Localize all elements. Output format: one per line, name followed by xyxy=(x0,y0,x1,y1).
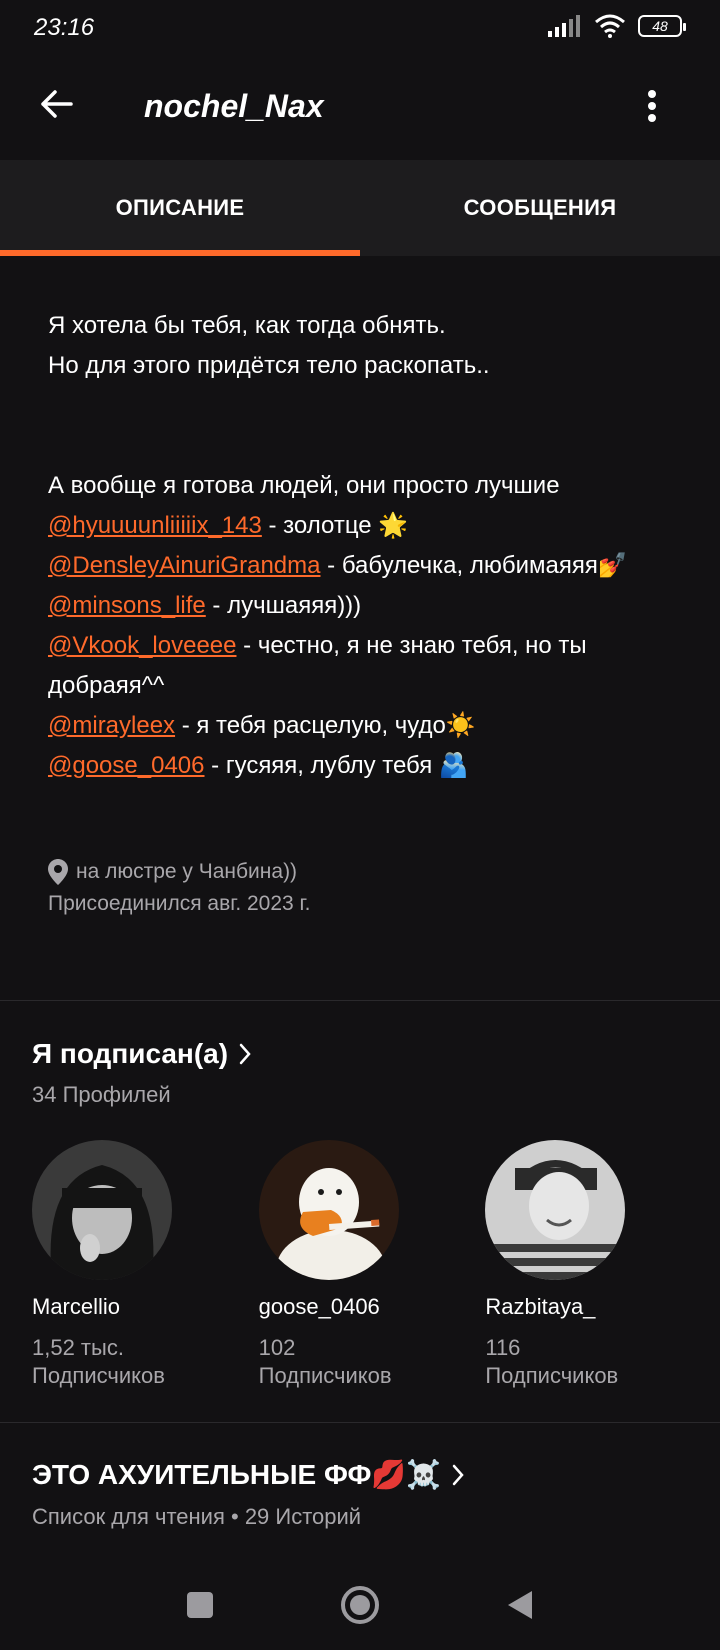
avatar xyxy=(258,1140,399,1280)
mention-link[interactable]: @DensleyAinuriGrandma xyxy=(48,552,320,579)
location-text: на люстре у Чанбина)) xyxy=(76,860,298,883)
following-title: Я подписан(а) xyxy=(32,1038,229,1069)
status-time: 23:16 xyxy=(34,14,95,41)
mention-link[interactable]: @minsons_life xyxy=(48,592,206,619)
status-bar: 23:16 48 xyxy=(0,0,720,56)
mention-link[interactable]: @Vkook_loveeee xyxy=(48,632,236,659)
chevron-right-icon xyxy=(452,1464,464,1485)
tab-description[interactable]: ОПИСАНИЕ xyxy=(0,160,360,256)
home-button[interactable] xyxy=(330,1575,390,1635)
bio-line: Но для этого придётся тело раскопать.. xyxy=(48,352,490,379)
location-pin-icon xyxy=(48,859,68,885)
avatar xyxy=(32,1140,172,1280)
follower-count: 102 Подписчиков xyxy=(259,1334,486,1390)
profile-meta: на люстре у Чанбина)) Присоединился авг.… xyxy=(48,856,311,920)
chevron-right-icon xyxy=(239,1043,251,1065)
mention-link[interactable]: @goose_0406 xyxy=(48,752,205,779)
wifi-icon xyxy=(595,14,625,38)
follower-number: 102 xyxy=(258,1335,296,1360)
profile-description: Я хотела бы тебя, как тогда обнять. Но д… xyxy=(48,306,678,786)
mention-text: - бабулечка, любимаяяя💅 xyxy=(320,552,628,579)
mention-text: - золотце 🌟 xyxy=(261,512,409,539)
joined-date: Присоединился авг. 2023 г. xyxy=(48,892,311,915)
mention-link[interactable]: @hyuuuunliiiiix_143 xyxy=(48,512,262,539)
back-nav-button[interactable] xyxy=(490,1575,550,1635)
follower-label: Подписчиков xyxy=(485,1363,619,1388)
location-row: на люстре у Чанбина)) xyxy=(48,856,311,888)
mention-line: @Vkook_loveeee - честно, я не знаю тебя,… xyxy=(48,626,678,706)
follower-number: 1,52 тыс. xyxy=(32,1335,124,1360)
mention-line: @DensleyAinuriGrandma - бабулечка, любим… xyxy=(48,546,678,586)
status-icons: 48 xyxy=(548,14,686,38)
follower-count: 116 Подписчиков xyxy=(485,1334,712,1390)
follower-count: 1,52 тыс. Подписчиков xyxy=(32,1334,259,1390)
profile-card[interactable]: Razbitaya_ 116 Подписчиков xyxy=(485,1140,712,1390)
avatar xyxy=(485,1140,626,1280)
mention-link[interactable]: @mirayleex xyxy=(48,712,175,739)
mention-text: - я тебя расцелую, чудо☀️ xyxy=(175,712,476,739)
mention-line: @minsons_life - лучшаяяя))) xyxy=(48,586,678,626)
reading-list-title: ЭТО АХУИТЕЛЬНЫЕ ФФ💋☠️ xyxy=(32,1459,442,1490)
more-options-button[interactable] xyxy=(632,84,672,128)
back-button[interactable] xyxy=(34,82,78,126)
recents-button[interactable] xyxy=(170,1575,230,1635)
triangle-back-icon xyxy=(508,1591,532,1619)
profile-card[interactable]: goose_0406 102 Подписчиков xyxy=(258,1140,486,1390)
follower-number: 116 xyxy=(485,1335,521,1360)
follower-label: Подписчиков xyxy=(32,1363,165,1388)
system-navigation-bar xyxy=(0,1560,720,1650)
following-list: Marcellio 1,52 тыс. Подписчиков goose_04… xyxy=(32,1140,712,1390)
mention-line: @hyuuuunliiiiix_143 - золотце 🌟 xyxy=(48,506,678,546)
signal-icon xyxy=(548,15,580,37)
bio-line: Я хотела бы тебя, как тогда обнять. xyxy=(48,312,446,339)
tab-messages[interactable]: СООБЩЕНИЯ xyxy=(360,160,720,256)
profile-username: nochel_Nax xyxy=(144,88,324,124)
app-bar: nochel_Nax xyxy=(0,60,720,160)
following-count: 34 Профилей xyxy=(32,1082,171,1107)
reading-list-header[interactable]: ЭТО АХУИТЕЛЬНЫЕ ФФ💋☠️ xyxy=(32,1458,465,1491)
divider xyxy=(0,1000,720,1001)
more-vertical-icon xyxy=(648,90,656,122)
profile-tabs: ОПИСАНИЕ СООБЩЕНИЯ xyxy=(0,160,720,256)
mention-text: - гусяяя, лублу тебя 🫂 xyxy=(204,752,469,779)
mention-line: @mirayleex - я тебя расцелую, чудо☀️ xyxy=(48,706,678,746)
profile-name: Razbitaya_ xyxy=(485,1294,596,1319)
mention-text: - лучшаяяя))) xyxy=(205,592,362,619)
square-icon xyxy=(187,1592,213,1618)
bio-line: А вообще я готова людей, они просто лучш… xyxy=(48,472,560,499)
mention-line: @goose_0406 - гусяяя, лублу тебя 🫂 xyxy=(48,746,678,786)
battery-level: 48 xyxy=(652,18,668,34)
divider xyxy=(0,1422,720,1423)
follower-label: Подписчиков xyxy=(258,1363,392,1388)
profile-name: goose_0406 xyxy=(258,1294,380,1319)
circle-icon xyxy=(341,1586,379,1624)
reading-list-subtitle: Список для чтения • 29 Историй xyxy=(32,1504,362,1529)
battery-icon: 48 xyxy=(638,15,686,37)
arrow-left-icon xyxy=(41,90,73,118)
following-header[interactable]: Я подписан(а) xyxy=(32,1038,252,1070)
profile-card[interactable]: Marcellio 1,52 тыс. Подписчиков xyxy=(32,1140,259,1390)
profile-name: Marcellio xyxy=(32,1294,121,1319)
